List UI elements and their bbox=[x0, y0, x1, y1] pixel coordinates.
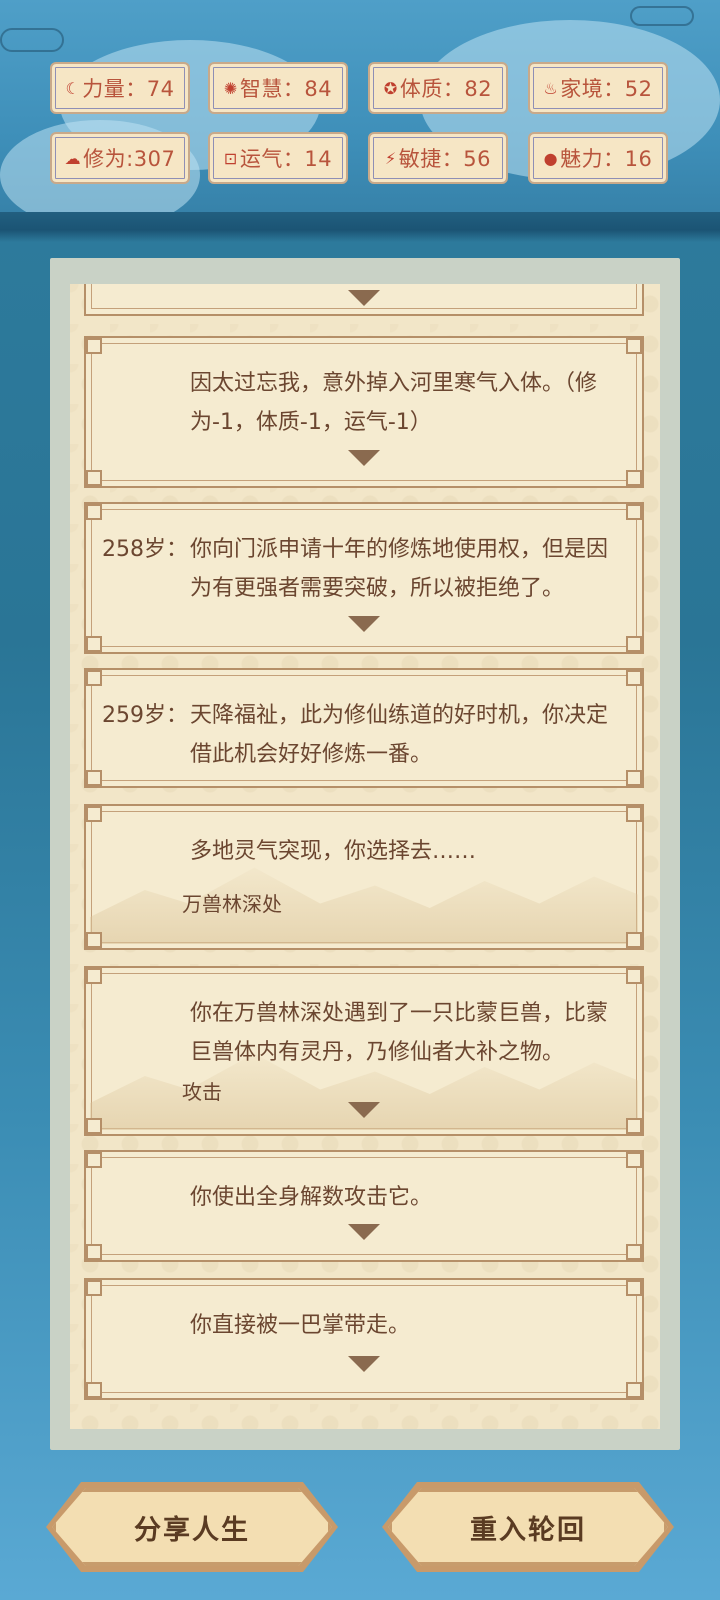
corner-ornament bbox=[86, 1244, 102, 1260]
corner-ornament bbox=[626, 1244, 642, 1260]
stat-family: ♨ 家境：52 bbox=[528, 62, 668, 114]
event-age: 258岁： bbox=[102, 537, 188, 562]
stat-cultivation-label: 修为:307 bbox=[83, 147, 176, 171]
event-card[interactable]: 你在万兽林深处遇到了一只比蒙巨兽，比蒙巨兽体内有灵丹，乃修仙者大补之物。 攻击 bbox=[84, 966, 644, 1136]
corner-ornament bbox=[626, 932, 642, 948]
corner-ornament bbox=[626, 338, 642, 354]
corner-ornament bbox=[626, 1280, 642, 1296]
choice-option[interactable]: 万兽林深处 bbox=[182, 888, 282, 917]
stat-cultivation: ☁ 修为:307 bbox=[50, 132, 190, 184]
event-text: 多地灵气突现，你选择去…… bbox=[190, 839, 477, 864]
corner-ornament bbox=[626, 670, 642, 686]
corner-ornament bbox=[626, 806, 642, 822]
event-age: 259岁： bbox=[102, 703, 188, 728]
chevron-down-icon bbox=[348, 616, 380, 632]
event-text: 因太过忘我，意外掉入河里寒气入体。（修为-1，体质-1，运气-1） bbox=[190, 371, 598, 435]
corner-ornament bbox=[626, 636, 642, 652]
corner-ornament bbox=[86, 770, 102, 786]
corner-ornament bbox=[86, 932, 102, 948]
stat-strength-label: 力量：74 bbox=[82, 77, 175, 101]
event-log-scroll[interactable]: 因太过忘我，意外掉入河里寒气入体。（修为-1，体质-1，运气-1） 258岁： … bbox=[70, 284, 660, 1429]
event-card[interactable]: 259岁： 天降福祉，此为修仙练道的好时机，你决定借此机会好好修炼一番。 bbox=[84, 668, 644, 788]
corner-ornament bbox=[86, 504, 102, 520]
corner-ornament bbox=[626, 1152, 642, 1168]
stat-constitution-label: 体质：82 bbox=[399, 77, 493, 101]
constitution-icon: ✪ bbox=[383, 78, 398, 98]
corner-ornament bbox=[626, 770, 642, 786]
corner-ornament bbox=[86, 1118, 102, 1134]
choice-option[interactable]: 攻击 bbox=[182, 1076, 222, 1105]
event-text: 你直接被一巴掌带走。 bbox=[190, 1313, 411, 1338]
event-card[interactable]: 多地灵气突现，你选择去…… 万兽林深处 bbox=[84, 804, 644, 950]
corner-ornament bbox=[626, 470, 642, 486]
corner-ornament bbox=[626, 1382, 642, 1398]
chevron-down-icon bbox=[348, 290, 380, 306]
corner-ornament bbox=[86, 338, 102, 354]
corner-ornament bbox=[86, 1152, 102, 1168]
event-card[interactable]: 258岁： 你向门派申请十年的修炼地使用权，但是因为有更强者需要突破，所以被拒绝… bbox=[84, 502, 644, 654]
strength-icon: ☾ bbox=[65, 78, 81, 98]
chevron-down-icon bbox=[348, 1102, 380, 1118]
luck-icon: ⊡ bbox=[223, 148, 238, 168]
stat-charm-label: 魅力：16 bbox=[560, 147, 653, 171]
corner-ornament bbox=[86, 1382, 102, 1398]
stat-family-label: 家境：52 bbox=[560, 77, 653, 101]
corner-ornament bbox=[86, 1280, 102, 1296]
stat-wisdom-label: 智慧：84 bbox=[239, 77, 333, 101]
chevron-down-icon bbox=[348, 1356, 380, 1372]
chevron-down-icon bbox=[348, 1224, 380, 1240]
event-card[interactable]: 你直接被一巴掌带走。 bbox=[84, 1278, 644, 1400]
stat-agility-label: 敏捷：56 bbox=[398, 147, 491, 171]
corner-ornament bbox=[626, 1118, 642, 1134]
event-text: 你在万兽林深处遇到了一只比蒙巨兽，比蒙巨兽体内有灵丹，乃修仙者大补之物。 bbox=[190, 1001, 609, 1065]
event-text: 你使出全身解数攻击它。 bbox=[190, 1185, 433, 1210]
stat-strength: ☾ 力量：74 bbox=[50, 62, 190, 114]
stat-luck: ⊡ 运气：14 bbox=[208, 132, 348, 184]
corner-ornament bbox=[86, 806, 102, 822]
event-text: 天降福祉，此为修仙练道的好时机，你决定借此机会好好修炼一番。 bbox=[190, 703, 609, 767]
chevron-down-icon bbox=[348, 450, 380, 466]
event-card-partial bbox=[84, 284, 644, 316]
swirl-decoration bbox=[630, 6, 694, 26]
stat-constitution: ✪ 体质：82 bbox=[368, 62, 508, 114]
stat-wisdom: ✺ 智慧：84 bbox=[208, 62, 348, 114]
corner-ornament bbox=[86, 470, 102, 486]
corner-ornament bbox=[626, 504, 642, 520]
event-card[interactable]: 你使出全身解数攻击它。 bbox=[84, 1150, 644, 1262]
reincarnate-button[interactable]: 重入轮回 bbox=[388, 1488, 668, 1566]
brush-stroke-divider bbox=[0, 212, 720, 242]
family-icon: ♨ bbox=[543, 78, 559, 98]
charm-icon: ● bbox=[543, 148, 559, 168]
agility-icon: ⚡ bbox=[385, 148, 397, 168]
corner-ornament bbox=[86, 636, 102, 652]
wisdom-icon: ✺ bbox=[223, 78, 238, 98]
event-card[interactable]: 因太过忘我，意外掉入河里寒气入体。（修为-1，体质-1，运气-1） bbox=[84, 336, 644, 488]
cultivation-icon: ☁ bbox=[64, 148, 82, 168]
corner-ornament bbox=[86, 670, 102, 686]
stat-agility: ⚡ 敏捷：56 bbox=[368, 132, 508, 184]
corner-ornament bbox=[626, 968, 642, 984]
swirl-decoration bbox=[0, 28, 64, 52]
stat-luck-label: 运气：14 bbox=[239, 147, 333, 171]
event-text: 你向门派申请十年的修炼地使用权，但是因为有更强者需要突破，所以被拒绝了。 bbox=[190, 537, 609, 601]
share-life-button[interactable]: 分享人生 bbox=[52, 1488, 332, 1566]
stat-charm: ● 魅力：16 bbox=[528, 132, 668, 184]
corner-ornament bbox=[86, 968, 102, 984]
